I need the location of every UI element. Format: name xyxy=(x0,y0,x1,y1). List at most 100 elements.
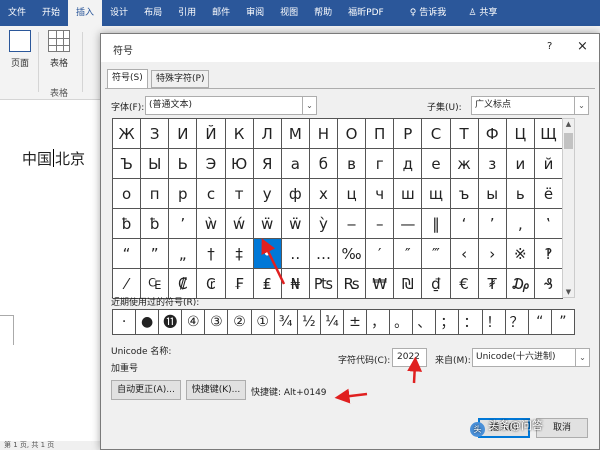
symbol-cell[interactable]: Э xyxy=(197,149,226,179)
help-button[interactable]: ? xyxy=(547,41,552,52)
recent-symbol-cell[interactable]: ② xyxy=(228,310,252,335)
ribbon-tab[interactable]: 引用 xyxy=(170,0,204,26)
recent-symbol-cell[interactable]: ③ xyxy=(205,310,229,335)
ribbon-tab[interactable]: 邮件 xyxy=(204,0,238,26)
symbol-cell[interactable]: Л xyxy=(253,119,282,149)
ribbon-tab[interactable]: 开始 xyxy=(34,0,68,26)
symbol-cell[interactable]: „ xyxy=(169,239,198,269)
symbol-cell[interactable]: ※ xyxy=(506,239,535,269)
recent-symbol-cell[interactable]: 。 xyxy=(390,310,414,335)
symbol-cell[interactable]: ẅ xyxy=(281,209,310,239)
symbol-cell[interactable]: ‡ xyxy=(225,239,254,269)
font-select[interactable]: (普通文本) ⌄ xyxy=(145,96,317,115)
recent-symbol-cell[interactable]: “ xyxy=(528,310,552,335)
recent-symbol-cell[interactable]: ⓫ xyxy=(159,310,183,335)
pages-button[interactable]: 页面 xyxy=(8,30,32,69)
document-text[interactable]: 中国 北京 xyxy=(22,148,85,169)
symbol-cell[interactable]: † xyxy=(197,239,226,269)
symbol-cell[interactable]: с xyxy=(197,179,226,209)
symbol-cell[interactable]: ₪ xyxy=(394,269,423,299)
symbol-cell[interactable]: ш xyxy=(394,179,423,209)
symbol-cell[interactable]: Т xyxy=(450,119,479,149)
tab-special-characters[interactable]: 特殊字符(P) xyxy=(151,70,210,88)
symbol-cell[interactable]: – xyxy=(366,209,395,239)
scroll-down-icon[interactable]: ▼ xyxy=(563,288,574,296)
symbol-cell[interactable]: € xyxy=(450,269,479,299)
cancel-button[interactable]: 取消 xyxy=(536,418,588,438)
char-code-input[interactable]: 2022 xyxy=(392,348,427,367)
autocorrect-button[interactable]: 自动更正(A)... xyxy=(111,380,181,400)
ribbon-tab[interactable]: 文件 xyxy=(0,0,34,26)
symbol-cell[interactable]: ʼ xyxy=(169,209,198,239)
scroll-thumb[interactable] xyxy=(564,133,573,149)
symbol-cell[interactable]: ẅ xyxy=(253,209,282,239)
symbol-cell[interactable]: д xyxy=(394,149,423,179)
symbol-cell[interactable]: ₢ xyxy=(197,269,226,299)
symbol-cell[interactable]: Н xyxy=(309,119,338,149)
symbol-cell[interactable]: ‒ xyxy=(338,209,367,239)
symbol-cell[interactable]: Ц xyxy=(506,119,535,149)
ribbon-tab[interactable]: 福昕PDF xyxy=(340,0,392,26)
symbol-cell[interactable]: з xyxy=(478,149,507,179)
symbol-cell[interactable]: И xyxy=(169,119,198,149)
symbol-cell[interactable]: ‴ xyxy=(422,239,451,269)
ribbon-tab[interactable]: 插入 xyxy=(68,0,103,26)
symbol-cell[interactable]: ′ xyxy=(366,239,395,269)
symbol-cell[interactable]: т xyxy=(225,179,254,209)
symbol-cell[interactable]: С xyxy=(422,119,451,149)
symbol-cell[interactable]: З xyxy=(141,119,170,149)
symbol-cell[interactable]: — xyxy=(394,209,423,239)
symbol-cell[interactable]: у xyxy=(253,179,282,209)
symbol-cell[interactable]: ₰ xyxy=(534,269,563,299)
symbol-cell[interactable]: ‚ xyxy=(506,209,535,239)
ribbon-tab[interactable]: ♙ 共享 xyxy=(460,0,505,26)
ribbon-tab[interactable]: 审阅 xyxy=(238,0,272,26)
close-button[interactable]: × xyxy=(577,39,588,54)
symbol-cell[interactable]: ″ xyxy=(394,239,423,269)
symbol-cell[interactable]: ẃ xyxy=(225,209,254,239)
recent-symbol-cell[interactable]: ； xyxy=(436,310,460,335)
symbol-cell[interactable]: К xyxy=(225,119,254,149)
symbol-cell[interactable]: ‰ xyxy=(338,239,367,269)
symbol-cell[interactable]: р xyxy=(169,179,198,209)
recent-symbol-cell[interactable]: 、 xyxy=(413,310,437,335)
tab-symbols[interactable]: 符号(S) xyxy=(107,69,148,89)
symbol-cell[interactable]: Ф xyxy=(478,119,507,149)
symbol-cell[interactable]: Ь xyxy=(169,149,198,179)
symbol-cell[interactable]: О xyxy=(338,119,367,149)
table-button[interactable]: 表格 xyxy=(46,30,72,69)
symbol-cell[interactable]: Я xyxy=(253,149,282,179)
symbol-cell[interactable]: Й xyxy=(197,119,226,149)
dialog-titlebar[interactable] xyxy=(101,34,599,62)
symbol-cell[interactable]: Ы xyxy=(141,149,170,179)
ribbon-tab[interactable]: 帮助 xyxy=(306,0,340,26)
symbol-cell[interactable]: х xyxy=(309,179,338,209)
recent-symbol-cell[interactable]: ， xyxy=(367,310,391,335)
symbol-cell[interactable]: ь xyxy=(506,179,535,209)
symbol-cell[interactable]: Ъ xyxy=(113,149,142,179)
symbol-cell[interactable]: … xyxy=(309,239,338,269)
symbol-cell[interactable]: ’ xyxy=(478,209,507,239)
symbol-cell[interactable]: ” xyxy=(141,239,170,269)
recent-symbol-cell[interactable]: ？ xyxy=(505,310,529,335)
grid-scrollbar[interactable]: ▲ ▼ xyxy=(562,118,575,298)
symbol-cell[interactable]: й xyxy=(534,149,563,179)
symbol-cell[interactable]: П xyxy=(366,119,395,149)
symbol-cell[interactable]: Р xyxy=(394,119,423,149)
scroll-up-icon[interactable]: ▲ xyxy=(563,120,574,128)
ribbon-tab[interactable]: 视图 xyxy=(272,0,306,26)
symbol-cell[interactable]: Щ xyxy=(534,119,563,149)
symbol-cell[interactable]: “ xyxy=(113,239,142,269)
recent-symbol-cell[interactable]: ” xyxy=(551,310,575,335)
symbol-cell[interactable]: щ xyxy=(422,179,451,209)
recent-symbol-cell[interactable]: ½ xyxy=(297,310,321,335)
ribbon-tab[interactable]: 布局 xyxy=(136,0,170,26)
symbol-cell[interactable]: ₧ xyxy=(309,269,338,299)
symbol-cell[interactable]: › xyxy=(478,239,507,269)
symbol-cell[interactable]: ₮ xyxy=(478,269,507,299)
symbol-cell[interactable]: ƀ xyxy=(113,209,142,239)
recent-symbol-cell[interactable]: ● xyxy=(136,310,160,335)
symbol-cell[interactable]: ₦ xyxy=(281,269,310,299)
from-select[interactable]: Unicode(十六进制) ⌄ xyxy=(472,348,590,367)
symbol-cell[interactable]: Ю xyxy=(225,149,254,179)
